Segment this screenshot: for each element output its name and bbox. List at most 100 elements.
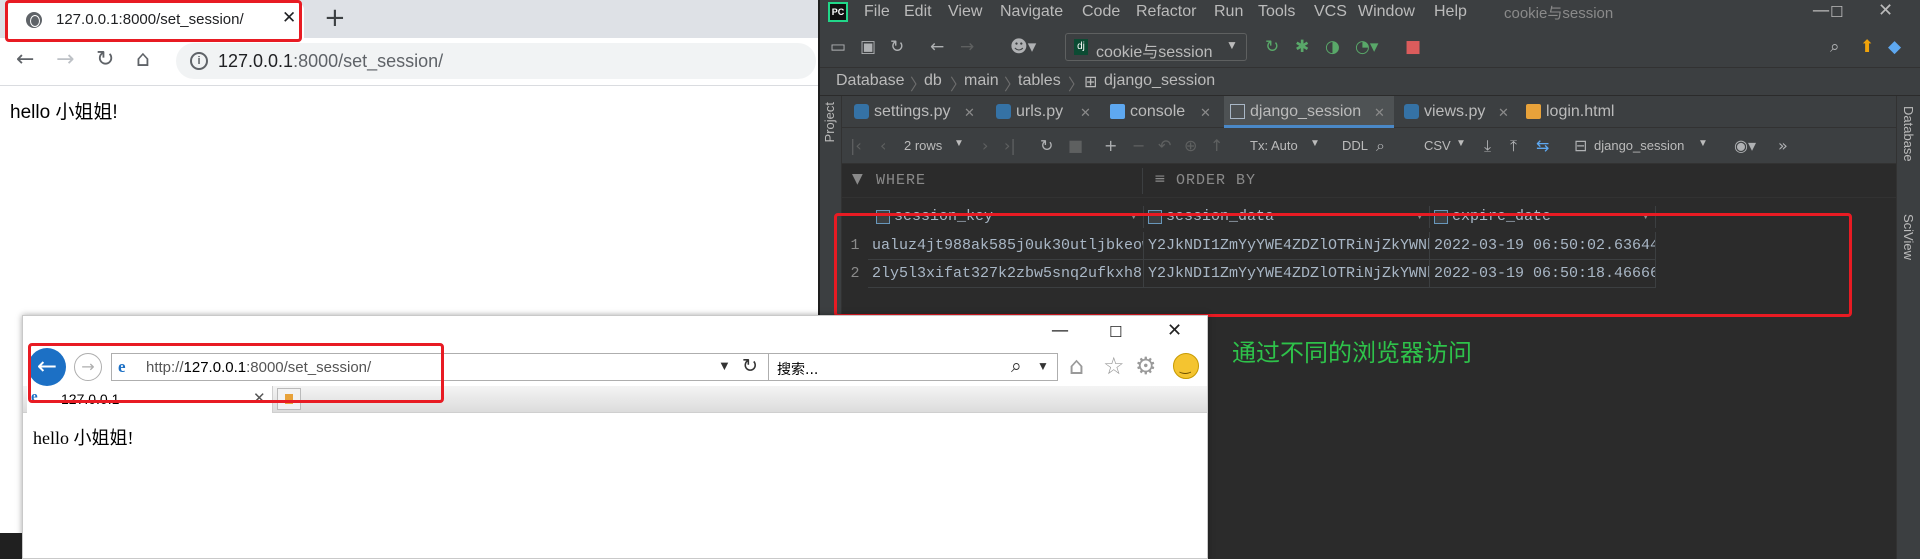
reload-icon[interactable]: ↻ [96,47,114,72]
menu-view[interactable]: View [948,3,982,21]
cell-expire-date[interactable]: 2022-03-19 06:50:18.466661 [1430,260,1656,288]
chrome-tab[interactable]: 127.0.0.1:8000/set_session/ ✕ [6,2,304,38]
breadcrumb-table[interactable]: django_session [1104,72,1215,90]
tab-login-html[interactable]: login.html [1520,96,1640,128]
address-url[interactable]: 127.0.0.1:8000/set_session/ [218,51,443,72]
prev-page-icon[interactable]: ‹ [880,136,886,155]
column-header-session-data[interactable]: session_data ▼ [1144,206,1430,228]
ie-tab[interactable]: e 127.0.0.1 ✕ [27,386,273,413]
new-tab-icon[interactable]: + [324,3,346,33]
ddl-button[interactable]: DDL [1342,138,1368,153]
address-bar[interactable]: e http://127.0.0.1:8000/set_session/ ▼ ↻ [111,353,771,381]
favorites-star-icon[interactable]: ☆ [1103,352,1125,380]
download-icon[interactable]: ⤓ [1484,136,1491,156]
tab-urls-py[interactable]: urls.py ✕ [990,96,1100,128]
coverage-icon[interactable]: ◑ [1325,37,1340,57]
cell-session-data[interactable]: Y2JkNDI1ZmYyYWE4ZDZlOTRiNjZkYWNhN… [1144,232,1430,260]
minimize-icon[interactable]: — [1051,320,1069,341]
close-tab-icon[interactable]: ✕ [282,8,296,28]
push-icon[interactable]: ↑ [1210,136,1223,155]
tx-mode-select[interactable]: Tx: Auto [1250,138,1298,153]
more-icon[interactable]: » [1778,136,1788,155]
close-tab-icon[interactable]: ✕ [1498,97,1509,128]
chevron-down-icon[interactable]: ▼ [1642,206,1649,228]
table-row[interactable]: 2 2ly5l3xifat327k2zbw5snq2ufkxh8q8 Y2JkN… [842,260,1898,288]
cell-expire-date[interactable]: 2022-03-19 06:50:02.636448 [1430,232,1656,260]
debug-icon[interactable]: ✱ [1295,37,1309,57]
rerun-icon[interactable]: ↻ [1265,37,1279,57]
order-by-input[interactable]: ORDER BY [1176,172,1256,189]
sync-icon[interactable]: ↻ [890,37,904,57]
nav-forward-icon[interactable]: → [960,37,974,57]
user-icon[interactable]: ☻▾ [1010,37,1036,57]
tab-console[interactable]: console ✕ [1104,96,1220,128]
open-folder-icon[interactable]: ▭ [830,37,846,57]
menu-edit[interactable]: Edit [904,3,932,21]
first-page-icon[interactable]: |‹ [850,136,862,155]
delete-row-icon[interactable]: − [1132,136,1145,155]
close-window-icon[interactable]: ✕ [1167,320,1182,341]
where-filter-input[interactable]: WHERE [876,172,926,189]
close-tab-icon[interactable]: ✕ [1200,97,1211,128]
reload-icon[interactable]: ↻ [742,355,758,377]
address-bar[interactable]: i 127.0.0.1:8000/set_session/ [176,43,816,79]
close-tab-icon[interactable]: ✕ [253,389,266,407]
last-page-icon[interactable]: ›| [1004,136,1016,155]
cell-session-key[interactable]: 2ly5l3xifat327k2zbw5snq2ufkxh8q8 [868,260,1144,288]
row-count-select[interactable]: 2 rows [904,138,942,153]
save-icon[interactable]: ▣ [860,37,876,57]
minimize-icon[interactable]: — [1812,0,1830,21]
home-icon[interactable]: ⌂ [1069,352,1084,380]
submit-icon[interactable]: ⊕ [1184,136,1197,155]
menu-refactor[interactable]: Refactor [1136,3,1196,21]
eye-icon[interactable]: ◉▾ [1734,136,1756,155]
search-icon[interactable]: ⌕ [1830,37,1840,57]
tab-views-py[interactable]: views.py ✕ [1398,96,1516,128]
plugin-icon[interactable]: ◆ [1888,37,1901,57]
menu-window[interactable]: Window [1358,3,1415,21]
tab-django-session[interactable]: django_session ✕ [1224,96,1394,128]
close-window-icon[interactable]: ✕ [1878,0,1893,21]
back-arrow-icon[interactable]: ← [16,47,34,72]
reload-icon[interactable]: ↻ [1040,136,1053,155]
search-icon[interactable]: ⌕ [1376,136,1385,156]
forward-arrow-icon[interactable]: → [74,353,102,381]
close-tab-icon[interactable]: ✕ [1080,97,1091,128]
forward-arrow-icon[interactable]: → [56,47,74,72]
cell-session-key[interactable]: ualuz4jt988ak585j0uk30utljbkeoww [868,232,1144,260]
table-ref-select[interactable]: django_session [1594,138,1684,153]
menu-tools[interactable]: Tools [1258,3,1295,21]
column-header-expire-date[interactable]: expire_date ▼ [1430,206,1656,228]
chevron-down-icon[interactable]: ▼ [1130,206,1137,228]
next-page-icon[interactable]: › [982,136,988,155]
breadcrumb-db[interactable]: db [924,72,942,90]
menu-vcs[interactable]: VCS [1314,3,1347,21]
maximize-icon[interactable]: ☐ [1109,323,1122,341]
compare-icon[interactable]: ⇆ [1536,136,1549,155]
export-format-select[interactable]: CSV [1424,138,1451,153]
project-tool-tab[interactable]: Project [822,102,837,142]
gear-icon[interactable]: ⚙ [1135,352,1157,380]
menu-run[interactable]: Run [1214,3,1243,21]
chevron-down-icon[interactable]: ▼ [1416,206,1423,228]
column-header-session-key[interactable]: session_key ▼ [872,206,1144,228]
update-icon[interactable]: ⬆ [1860,37,1874,57]
close-tab-icon[interactable]: ✕ [964,97,975,128]
menu-code[interactable]: Code [1082,3,1120,21]
address-url[interactable]: http://127.0.0.1:8000/set_session/ [146,359,371,376]
breadcrumb-main[interactable]: main [964,72,999,90]
feedback-smiley-icon[interactable] [1173,353,1199,379]
sciview-tool-tab[interactable]: SciView [1901,214,1916,260]
stop-icon[interactable]: ■ [1405,37,1421,57]
tab-settings-py[interactable]: settings.py ✕ [848,96,986,128]
search-input[interactable]: 搜索... ⌕ ▼ [768,353,1058,381]
new-tab-icon[interactable] [277,388,301,410]
upload-icon[interactable]: ⤒ [1510,136,1517,156]
menu-file[interactable]: File [864,3,890,21]
revert-icon[interactable]: ↶ [1158,136,1171,155]
chevron-down-icon[interactable]: ▼ [1037,359,1049,373]
home-icon[interactable]: ⌂ [136,47,150,72]
nav-back-icon[interactable]: ← [930,37,944,57]
info-icon[interactable]: i [190,52,208,70]
breadcrumb-tables[interactable]: tables [1018,72,1061,90]
